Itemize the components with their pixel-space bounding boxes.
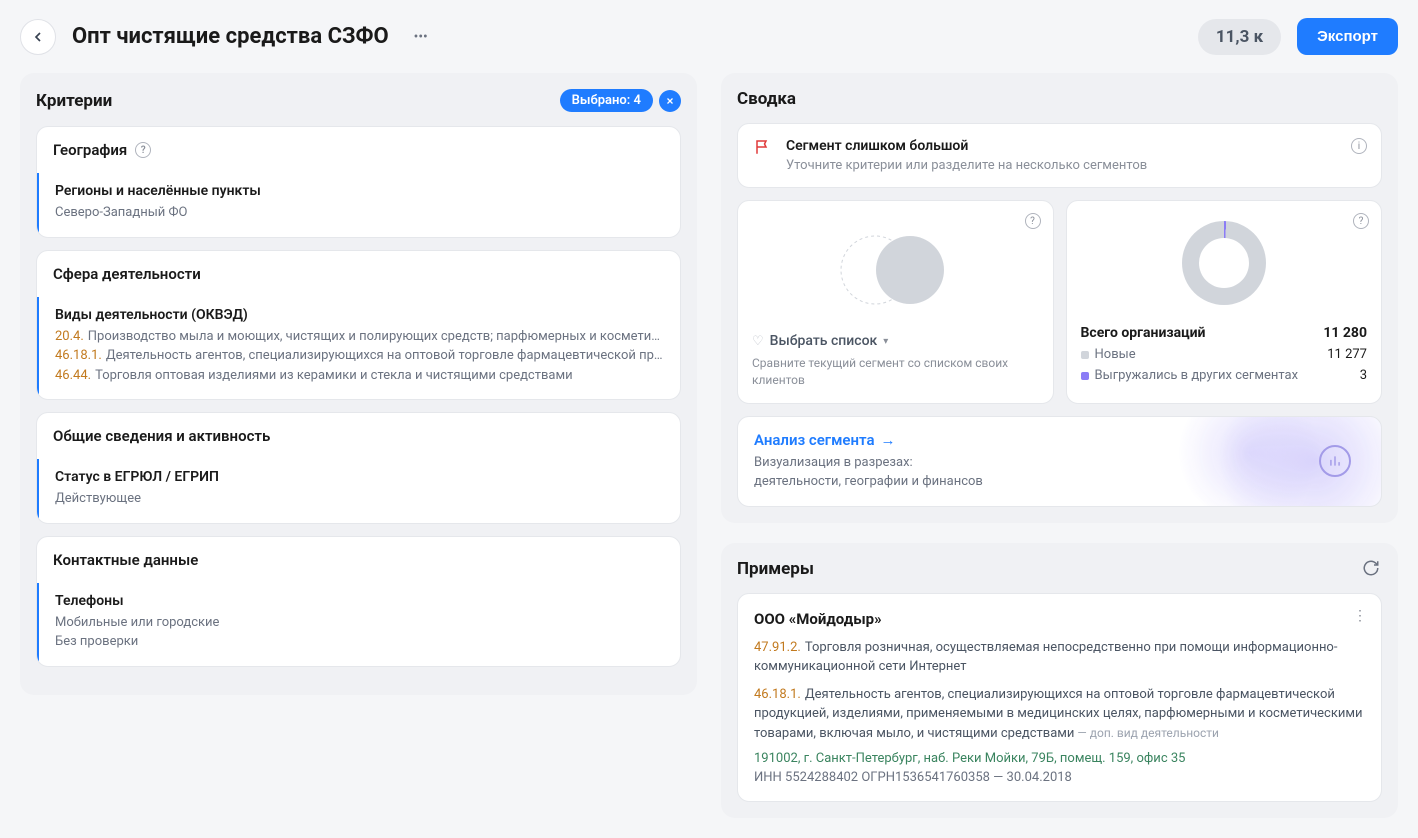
arrow-left-icon: [30, 29, 46, 45]
analysis-card[interactable]: Анализ сегмента → Визуализация в разреза…: [737, 416, 1382, 507]
info-icon[interactable]: i: [1351, 138, 1367, 154]
summary-panel: Сводка Сегмент слишком большой Уточните …: [721, 73, 1398, 523]
stat-label: Выгружались в других сегментах: [1095, 368, 1299, 383]
donut-chart: [1182, 221, 1266, 305]
compare-subtitle: Сравните текущий сегмент со списком свои…: [752, 355, 1039, 389]
criteria-value: 20.4.Производство мыла и моющих, чистящи…: [55, 327, 664, 347]
back-button[interactable]: [20, 19, 56, 55]
refresh-icon: [1362, 559, 1380, 577]
criteria-card[interactable]: География? Регионы и населённые пункты Сев…: [36, 126, 681, 238]
criteria-value: 46.44.Торговля оптовая изделиями из кера…: [55, 366, 664, 386]
stats-total-value: 11 280: [1323, 325, 1367, 341]
count-badge: 11,3 к: [1198, 19, 1281, 55]
selected-count-badge[interactable]: Выбрано: 4: [560, 89, 653, 112]
criteria-title: Критерии: [36, 91, 112, 111]
clear-selection-button[interactable]: [659, 90, 681, 112]
alert-title: Сегмент слишком большой: [786, 138, 1147, 154]
arrow-right-icon: →: [881, 431, 896, 449]
criteria-section[interactable]: Телефоны Мобильные или городскиеБез прове…: [36, 583, 680, 666]
criteria-section[interactable]: Статус в ЕГРЮЛ / ЕГРИП Действующее: [36, 459, 680, 523]
criteria-section-title: Регионы и населённые пункты: [55, 183, 664, 199]
example-address: 191002, г. Санкт-Петербург, наб. Реки Мо…: [754, 751, 1365, 766]
example-company-card[interactable]: ⋮ ООО «Мойдодыр» 47.91.2.Торговля рознич…: [737, 593, 1382, 803]
analysis-link[interactable]: Анализ сегмента →: [754, 431, 896, 449]
select-list-label: Выбрать список: [770, 333, 878, 349]
criteria-section-title: Виды деятельности (ОКВЭД): [55, 307, 664, 323]
stat-row: Выгружались в других сегментах 3: [1081, 368, 1368, 383]
more-menu-button[interactable]: •••: [405, 21, 437, 53]
criteria-section-title: Телефоны: [55, 593, 664, 609]
segment-too-big-alert: Сегмент слишком большой Уточните критери…: [737, 123, 1382, 188]
criteria-panel: Критерии Выбрано: 4 География?Регионы и …: [20, 73, 697, 695]
page-title: Опт чистящие средства СЗФО: [72, 24, 389, 49]
criteria-card[interactable]: Сфера деятельностиВиды деятельности (ОКВ…: [36, 250, 681, 401]
venn-diagram: [752, 225, 1039, 315]
heart-icon: ♡: [752, 334, 764, 349]
criteria-card-title: Общие сведения и активность: [37, 413, 680, 459]
criteria-value: Действующее: [55, 489, 664, 509]
compare-card: ? ♡ Выбрать список ▾ Сравните: [737, 200, 1054, 404]
legend-dot: [1081, 372, 1089, 380]
stat-row: Новые 11 277: [1081, 347, 1368, 362]
examples-title: Примеры: [737, 559, 814, 579]
criteria-card-title: Контактные данные: [37, 537, 680, 583]
criteria-value: Без проверки: [55, 632, 664, 652]
refresh-button[interactable]: [1362, 559, 1382, 579]
stat-value: 11 277: [1327, 347, 1367, 362]
criteria-section[interactable]: Регионы и населённые пункты Северо-Западн…: [36, 173, 680, 237]
stats-card: ? Всего организаций 11 280 Новые 11 277 Вы…: [1066, 200, 1383, 404]
criteria-card[interactable]: Контактные данные Телефоны Мобильные или г…: [36, 536, 681, 667]
stat-value: 3: [1360, 368, 1367, 383]
stat-label: Новые: [1095, 347, 1136, 362]
help-icon[interactable]: ?: [1025, 213, 1041, 229]
help-icon[interactable]: ?: [135, 142, 151, 158]
example-activity: 46.18.1.Деятельность агентов, специализи…: [754, 685, 1365, 744]
example-company-name: ООО «Мойдодыр»: [754, 610, 1365, 628]
criteria-value: Мобильные или городские: [55, 613, 664, 633]
alert-subtitle: Уточните критерии или разделите на неско…: [786, 158, 1147, 173]
select-list-dropdown[interactable]: ♡ Выбрать список ▾: [752, 333, 1039, 349]
flag-icon: [754, 138, 772, 156]
example-more-button[interactable]: ⋮: [1353, 608, 1367, 624]
criteria-section-title: Статус в ЕГРЮЛ / ЕГРИП: [55, 469, 664, 485]
criteria-card-title: География?: [37, 127, 680, 173]
criteria-card[interactable]: Общие сведения и активностьСтатус в ЕГРЮ…: [36, 412, 681, 524]
examples-panel: Примеры ⋮ ООО «Мойдодыр» 47.91.2.Торговл…: [721, 543, 1398, 819]
close-icon: [665, 96, 675, 106]
example-meta: ИНН 5524288402 ОГРН1536541760358 — 30.04…: [754, 770, 1365, 785]
stats-total-label: Всего организаций: [1081, 325, 1206, 341]
criteria-section[interactable]: Виды деятельности (ОКВЭД) 20.4.Производст…: [36, 297, 680, 400]
help-icon[interactable]: ?: [1353, 213, 1369, 229]
more-icon: •••: [414, 29, 428, 45]
criteria-value: 46.18.1.Деятельность агентов, специализи…: [55, 346, 664, 366]
summary-title: Сводка: [737, 89, 796, 109]
criteria-card-title: Сфера деятельности: [37, 251, 680, 297]
legend-dot: [1081, 351, 1089, 359]
export-button[interactable]: Экспорт: [1297, 18, 1398, 55]
example-activity: 47.91.2.Торговля розничная, осуществляем…: [754, 638, 1365, 677]
criteria-value: Северо-Западный ФО: [55, 203, 664, 223]
chevron-down-icon: ▾: [883, 336, 888, 347]
bar-chart-icon: [1319, 445, 1351, 477]
